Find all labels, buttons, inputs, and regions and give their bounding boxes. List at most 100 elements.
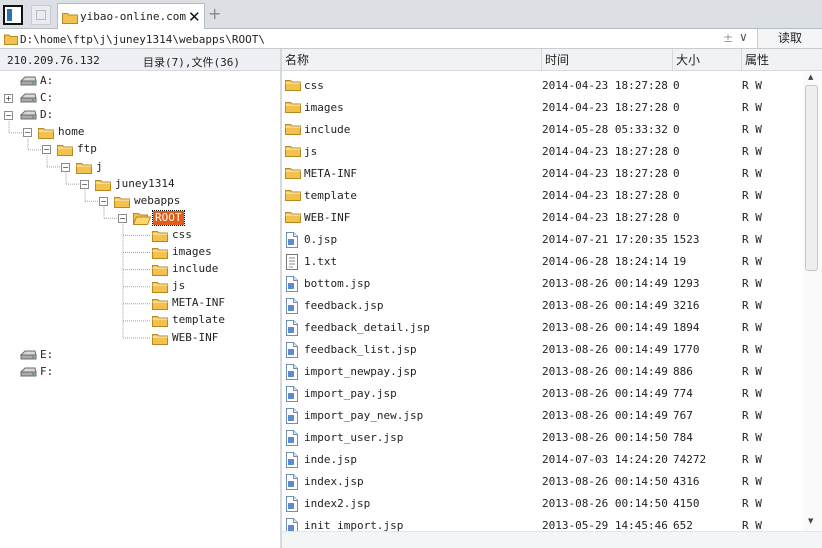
panel-toggle-button[interactable] <box>3 5 23 25</box>
table-row[interactable]: images 2014-04-23 18:27:28 0 R W <box>282 97 802 119</box>
tree-node[interactable]: images <box>0 244 280 260</box>
file-attr: R W <box>742 475 762 488</box>
path-input[interactable] <box>20 29 720 48</box>
drive-icon <box>19 349 37 364</box>
table-row[interactable]: feedback_list.jsp 2013-08-26 00:14:49 1770… <box>282 339 802 361</box>
tree-node-label: j <box>96 159 103 173</box>
vertical-scrollbar[interactable]: ▲ ▼ <box>803 71 822 531</box>
tree-node[interactable]: css <box>0 227 280 243</box>
tree-node[interactable]: − ftp <box>0 141 280 157</box>
tree-node[interactable]: template <box>0 312 280 328</box>
file-time: 2013-08-26 00:14:49 <box>542 321 668 334</box>
drive-icon <box>19 92 37 107</box>
tree-node[interactable]: − home <box>0 124 280 140</box>
file-attr: R W <box>742 233 762 246</box>
collapse-icon[interactable]: − <box>99 196 108 206</box>
file-name: import_user.jsp <box>304 431 404 444</box>
file-attr: R W <box>742 431 762 444</box>
file-time: 2014-04-23 18:27:28 <box>542 211 668 224</box>
tree-node[interactable]: − j <box>0 159 280 175</box>
tree-node[interactable]: − D: <box>0 107 280 123</box>
table-row[interactable]: include 2014-05-28 05:33:32 0 R W <box>282 119 802 141</box>
column-header-size[interactable]: 大小 <box>672 49 741 71</box>
tree-node[interactable]: META-INF <box>0 295 280 311</box>
folder-icon <box>62 11 78 27</box>
tree-node[interactable]: include <box>0 261 280 277</box>
table-row[interactable]: css 2014-04-23 18:27:28 0 R W <box>282 75 802 97</box>
collapse-icon[interactable]: − <box>61 162 70 172</box>
file-time: 2014-04-23 18:27:28 <box>542 79 668 92</box>
table-row[interactable]: bottom.jsp 2013-08-26 00:14:49 1293 R W <box>282 273 802 295</box>
tree-node[interactable]: F: <box>0 364 280 380</box>
file-attr: R W <box>742 211 762 224</box>
scroll-up-icon[interactable]: ▲ <box>808 73 813 81</box>
new-tab-button[interactable]: + <box>208 4 221 23</box>
tree-node[interactable]: − webapps <box>0 193 280 209</box>
table-row[interactable]: 0.jsp 2014-07-21 17:20:35 1523 R W <box>282 229 802 251</box>
table-row[interactable]: import_user.jsp 2013-08-26 00:14:50 784 R W <box>282 427 802 449</box>
tree-node[interactable]: − ROOT <box>0 209 280 228</box>
tree-node-label: E: <box>40 347 54 361</box>
file-name: META-INF <box>304 167 357 180</box>
file-attr: R W <box>742 453 762 466</box>
collapse-icon[interactable]: − <box>4 111 13 121</box>
column-header-time[interactable]: 时间 <box>541 49 672 71</box>
tree-node[interactable]: + C: <box>0 90 280 106</box>
table-row[interactable]: import_newpay.jsp 2013-08-26 00:14:49 886 R… <box>282 361 802 383</box>
chevron-down-icon[interactable]: ∨ <box>739 30 748 44</box>
table-row[interactable]: feedback_detail.jsp 2013-08-26 00:14:49 18… <box>282 317 802 339</box>
file-name: inde.jsp <box>304 453 357 466</box>
column-header-name[interactable]: 名称 <box>282 49 541 71</box>
collapse-icon[interactable]: − <box>80 179 89 189</box>
tree-node[interactable]: A: <box>0 73 280 89</box>
file-time: 2013-08-26 00:14:49 <box>542 277 668 290</box>
file-time: 2014-04-23 18:27:28 <box>542 189 668 202</box>
collapse-icon[interactable]: − <box>23 128 32 138</box>
tree-node[interactable]: WEB-INF <box>0 330 280 346</box>
table-row[interactable]: template 2014-04-23 18:27:28 0 R W <box>282 185 802 207</box>
status-bar <box>282 531 822 548</box>
table-row[interactable]: 1.txt 2014-06-28 18:24:14 19 R W <box>282 251 802 273</box>
folder-icon <box>285 122 301 138</box>
collapse-icon[interactable]: − <box>118 213 127 223</box>
tab-active[interactable]: yibao-online.com ✕ <box>57 3 205 30</box>
scrollbar-thumb[interactable] <box>805 85 818 271</box>
column-header-attr[interactable]: 属性 <box>741 49 822 71</box>
scroll-down-icon[interactable]: ▼ <box>808 517 813 525</box>
tab-title: yibao-online.com <box>80 10 186 23</box>
text-file-icon <box>285 254 299 273</box>
table-row[interactable]: import_pay_new.jsp 2013-08-26 00:14:49 767… <box>282 405 802 427</box>
table-row[interactable]: index2.jsp 2013-08-26 00:14:50 4150 R W <box>282 493 802 515</box>
tree-node[interactable]: E: <box>0 347 280 363</box>
file-attr: R W <box>742 123 762 136</box>
table-row[interactable]: index.jsp 2013-08-26 00:14:50 4316 R W <box>282 471 802 493</box>
table-row[interactable]: WEB-INF 2014-04-23 18:27:28 0 R W <box>282 207 802 229</box>
file-name: bottom.jsp <box>304 277 371 290</box>
close-icon[interactable]: ✕ <box>188 8 201 26</box>
file-name: import_pay_new.jsp <box>304 409 424 422</box>
folder-icon <box>152 297 168 313</box>
file-icon <box>285 364 299 383</box>
expand-icon[interactable]: + <box>4 94 13 104</box>
table-row[interactable]: META-INF 2014-04-23 18:27:28 0 R W <box>282 163 802 185</box>
read-button[interactable]: 读取 <box>757 29 822 48</box>
table-row[interactable]: import_pay.jsp 2013-08-26 00:14:49 774 R W <box>282 383 802 405</box>
tree-node[interactable]: js <box>0 278 280 294</box>
file-size: 4316 <box>673 475 700 488</box>
drive-icon <box>19 75 37 90</box>
blank-tab-button[interactable] <box>31 5 51 25</box>
file-name: feedback_list.jsp <box>304 343 417 356</box>
file-size: 4150 <box>673 497 700 510</box>
folder-icon <box>285 144 301 160</box>
folder-open-icon <box>132 212 152 228</box>
collapse-icon[interactable]: − <box>42 145 51 155</box>
tree-node[interactable]: − juney1314 <box>0 176 280 192</box>
list-header: 名称 时间 大小 属性 <box>282 49 822 71</box>
file-manager-window: yibao-online.com ✕ + ± ∨ 读取 210.209.76.1… <box>0 0 822 548</box>
table-row[interactable]: inde.jsp 2014-07-03 14:24:20 74272 R W <box>282 449 802 471</box>
file-attr: R W <box>742 409 762 422</box>
folder-icon <box>285 210 301 226</box>
table-row[interactable]: feedback.jsp 2013-08-26 00:14:49 3216 R W <box>282 295 802 317</box>
plus-minus-icon[interactable]: ± <box>723 31 733 45</box>
table-row[interactable]: js 2014-04-23 18:27:28 0 R W <box>282 141 802 163</box>
